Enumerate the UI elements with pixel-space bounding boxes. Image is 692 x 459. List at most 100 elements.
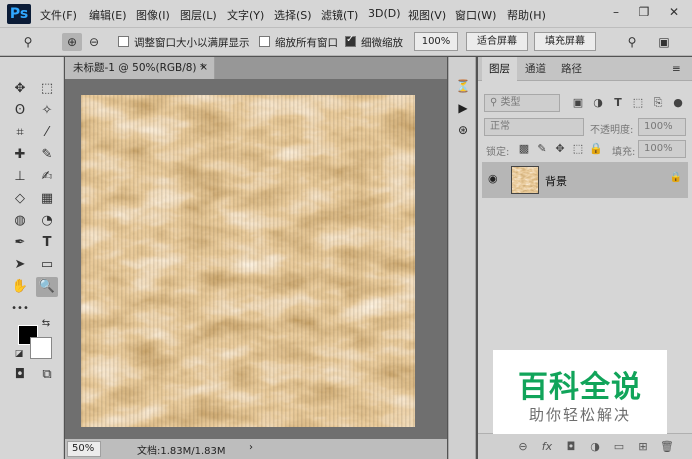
type-filter-icon[interactable]: T bbox=[610, 95, 626, 111]
close-tab-icon[interactable]: × bbox=[200, 57, 208, 79]
adjustment-layer-icon[interactable]: ◑ bbox=[586, 439, 604, 455]
rectangle-tool-icon[interactable]: ▭ bbox=[36, 255, 58, 275]
fill-field[interactable]: 100% bbox=[638, 140, 686, 158]
healing-brush-tool-icon[interactable]: ✚ bbox=[9, 145, 31, 165]
lock-artboard-icon[interactable]: ⬚ bbox=[570, 141, 586, 157]
menu-window[interactable]: 窗口(W) bbox=[455, 7, 496, 23]
menu-image[interactable]: 图像(I) bbox=[136, 7, 170, 23]
menu-help[interactable]: 帮助(H) bbox=[507, 7, 546, 23]
minimize-button[interactable]: – bbox=[604, 2, 628, 22]
new-group-icon[interactable]: ▭ bbox=[610, 439, 628, 455]
status-menu-icon[interactable]: › bbox=[249, 442, 253, 453]
dodge-tool-icon[interactable]: ◔ bbox=[36, 211, 58, 231]
smart-object-filter-icon[interactable]: ⎘ bbox=[650, 95, 666, 111]
menu-edit[interactable]: 编辑(E) bbox=[89, 7, 127, 23]
new-layer-icon[interactable]: ⊞ bbox=[634, 439, 652, 455]
lock-all-icon[interactable]: 🔒 bbox=[588, 141, 604, 157]
scrubby-zoom-label: 细微缩放 bbox=[361, 37, 403, 49]
kind-filter-select[interactable]: ⚲ 类型 bbox=[484, 94, 560, 112]
zoom-100-button[interactable]: 100% bbox=[414, 32, 458, 51]
filter-toggle-icon[interactable]: ● bbox=[670, 95, 686, 111]
history-panel-icon[interactable]: ⏳ bbox=[453, 77, 473, 95]
menu-file[interactable]: 文件(F) bbox=[40, 7, 77, 23]
scrubby-zoom-checkbox[interactable] bbox=[345, 34, 356, 47]
options-bar: ⚲ ⊕ ⊖ 调整窗口大小以满屏显示 缩放所有窗口 细微缩放 100% 适合屏幕 … bbox=[0, 28, 692, 56]
lock-position-icon[interactable]: ✥ bbox=[552, 141, 568, 157]
fx-icon[interactable]: fx bbox=[538, 439, 556, 455]
zoom-tool-icon[interactable]: 🔍 bbox=[36, 277, 58, 297]
tab-channels[interactable]: 通道 bbox=[518, 57, 553, 81]
layer-name[interactable]: 背景 bbox=[545, 173, 567, 189]
zoom-in-icon[interactable]: ⊕ bbox=[62, 33, 82, 51]
panel-menu-icon[interactable]: ≡ bbox=[668, 57, 685, 81]
menu-layer[interactable]: 图层(L) bbox=[180, 7, 217, 23]
magic-wand-tool-icon[interactable]: ✧ bbox=[36, 101, 58, 121]
3d-panel-icon[interactable]: ⊛ bbox=[453, 121, 473, 139]
watermark: 百科全说 助你轻松解决 bbox=[493, 350, 667, 434]
swap-colors-icon[interactable]: ⇆ bbox=[38, 317, 54, 331]
eraser-tool-icon[interactable]: ◇ bbox=[9, 189, 31, 209]
search-icon[interactable]: ⚲ bbox=[622, 33, 642, 51]
fill-label: 填充: bbox=[612, 147, 636, 158]
lock-transparent-icon[interactable]: ▩ bbox=[516, 141, 532, 157]
blend-row: 正常 不透明度: 100% bbox=[482, 118, 688, 138]
fill-screen-button[interactable]: 填充屏幕 bbox=[534, 32, 596, 51]
gradient-tool-icon[interactable]: ▦ bbox=[36, 189, 58, 209]
adjustment-filter-icon[interactable]: ◑ bbox=[590, 95, 606, 111]
blur-tool-icon[interactable]: ◍ bbox=[9, 211, 31, 231]
tab-layers[interactable]: 图层 bbox=[482, 57, 517, 81]
path-selection-tool-icon[interactable]: ➤ bbox=[9, 255, 31, 275]
opacity-field[interactable]: 100% bbox=[638, 118, 686, 136]
zoom-tool-preset-icon[interactable]: ⚲ bbox=[18, 33, 38, 51]
tab-paths[interactable]: 路径 bbox=[554, 57, 589, 81]
watermark-subtitle: 助你轻松解决 bbox=[528, 406, 631, 424]
workspace-switcher-icon[interactable]: ▣ bbox=[650, 33, 678, 51]
layer-filter-row: ⚲ 类型 ▣ ◑ T ⬚ ⎘ ● bbox=[482, 94, 688, 114]
add-mask-icon[interactable]: ◘ bbox=[562, 439, 580, 455]
pen-tool-icon[interactable]: ✒ bbox=[9, 233, 31, 253]
marquee-tool-icon[interactable]: ⬚ bbox=[36, 79, 58, 99]
brush-tool-icon[interactable]: ✎ bbox=[36, 145, 58, 165]
layer-row-background[interactable]: ◉ 背景 🔒 bbox=[482, 162, 688, 198]
opacity-label: 不透明度: bbox=[590, 125, 634, 136]
zoom-all-checkbox[interactable] bbox=[259, 36, 270, 47]
close-button[interactable]: ✕ bbox=[662, 2, 686, 22]
restore-button[interactable]: ❐ bbox=[632, 2, 656, 22]
menu-select[interactable]: 选择(S) bbox=[274, 7, 312, 23]
lock-icon: 🔒 bbox=[669, 172, 682, 183]
document-tab[interactable]: 未标题-1 @ 50%(RGB/8) * × bbox=[65, 57, 215, 79]
canvas-image[interactable] bbox=[81, 95, 415, 427]
history-brush-tool-icon[interactable]: ✍ bbox=[36, 167, 58, 187]
menu-type[interactable]: 文字(Y) bbox=[227, 7, 264, 23]
more-tools-icon[interactable]: ••• bbox=[9, 299, 31, 319]
quick-mask-icon[interactable]: ◘ bbox=[9, 365, 31, 385]
hand-tool-icon[interactable]: ✋ bbox=[9, 277, 31, 297]
menu-3d[interactable]: 3D(D) bbox=[368, 7, 401, 20]
lasso-tool-icon[interactable]: ʘ bbox=[9, 101, 31, 121]
blend-mode-select[interactable]: 正常 bbox=[484, 118, 584, 136]
zoom-level-field[interactable]: 50% bbox=[67, 441, 101, 457]
eye-icon[interactable]: ◉ bbox=[488, 172, 498, 185]
delete-layer-icon[interactable]: 🗑 bbox=[658, 439, 676, 455]
link-layers-icon[interactable]: ⊖ bbox=[514, 439, 532, 455]
zoom-out-icon[interactable]: ⊖ bbox=[84, 33, 104, 51]
clone-stamp-tool-icon[interactable]: ⊥ bbox=[9, 167, 31, 187]
type-tool-icon[interactable]: T bbox=[36, 233, 58, 253]
pasteboard bbox=[65, 79, 447, 439]
actions-panel-icon[interactable]: ▶ bbox=[453, 99, 473, 117]
crop-tool-icon[interactable]: ⌗ bbox=[9, 123, 31, 143]
lock-image-icon[interactable]: ✎ bbox=[534, 141, 550, 157]
background-color-swatch[interactable] bbox=[30, 337, 52, 359]
menu-filter[interactable]: 滤镜(T) bbox=[321, 7, 358, 23]
menu-view[interactable]: 视图(V) bbox=[408, 7, 446, 23]
move-tool-icon[interactable]: ✥ bbox=[9, 79, 31, 99]
watermark-title: 百科全说 bbox=[518, 370, 642, 405]
shape-filter-icon[interactable]: ⬚ bbox=[630, 95, 646, 111]
screen-mode-icon[interactable]: ⧉ bbox=[36, 365, 58, 385]
pixel-filter-icon[interactable]: ▣ bbox=[570, 95, 586, 111]
default-colors-icon[interactable]: ◪ bbox=[12, 347, 26, 361]
fit-screen-button[interactable]: 适合屏幕 bbox=[466, 32, 528, 51]
resize-windows-checkbox[interactable] bbox=[118, 36, 129, 47]
eyedropper-tool-icon[interactable]: ⁄ bbox=[36, 123, 58, 143]
search-icon: ⚲ bbox=[490, 97, 498, 108]
